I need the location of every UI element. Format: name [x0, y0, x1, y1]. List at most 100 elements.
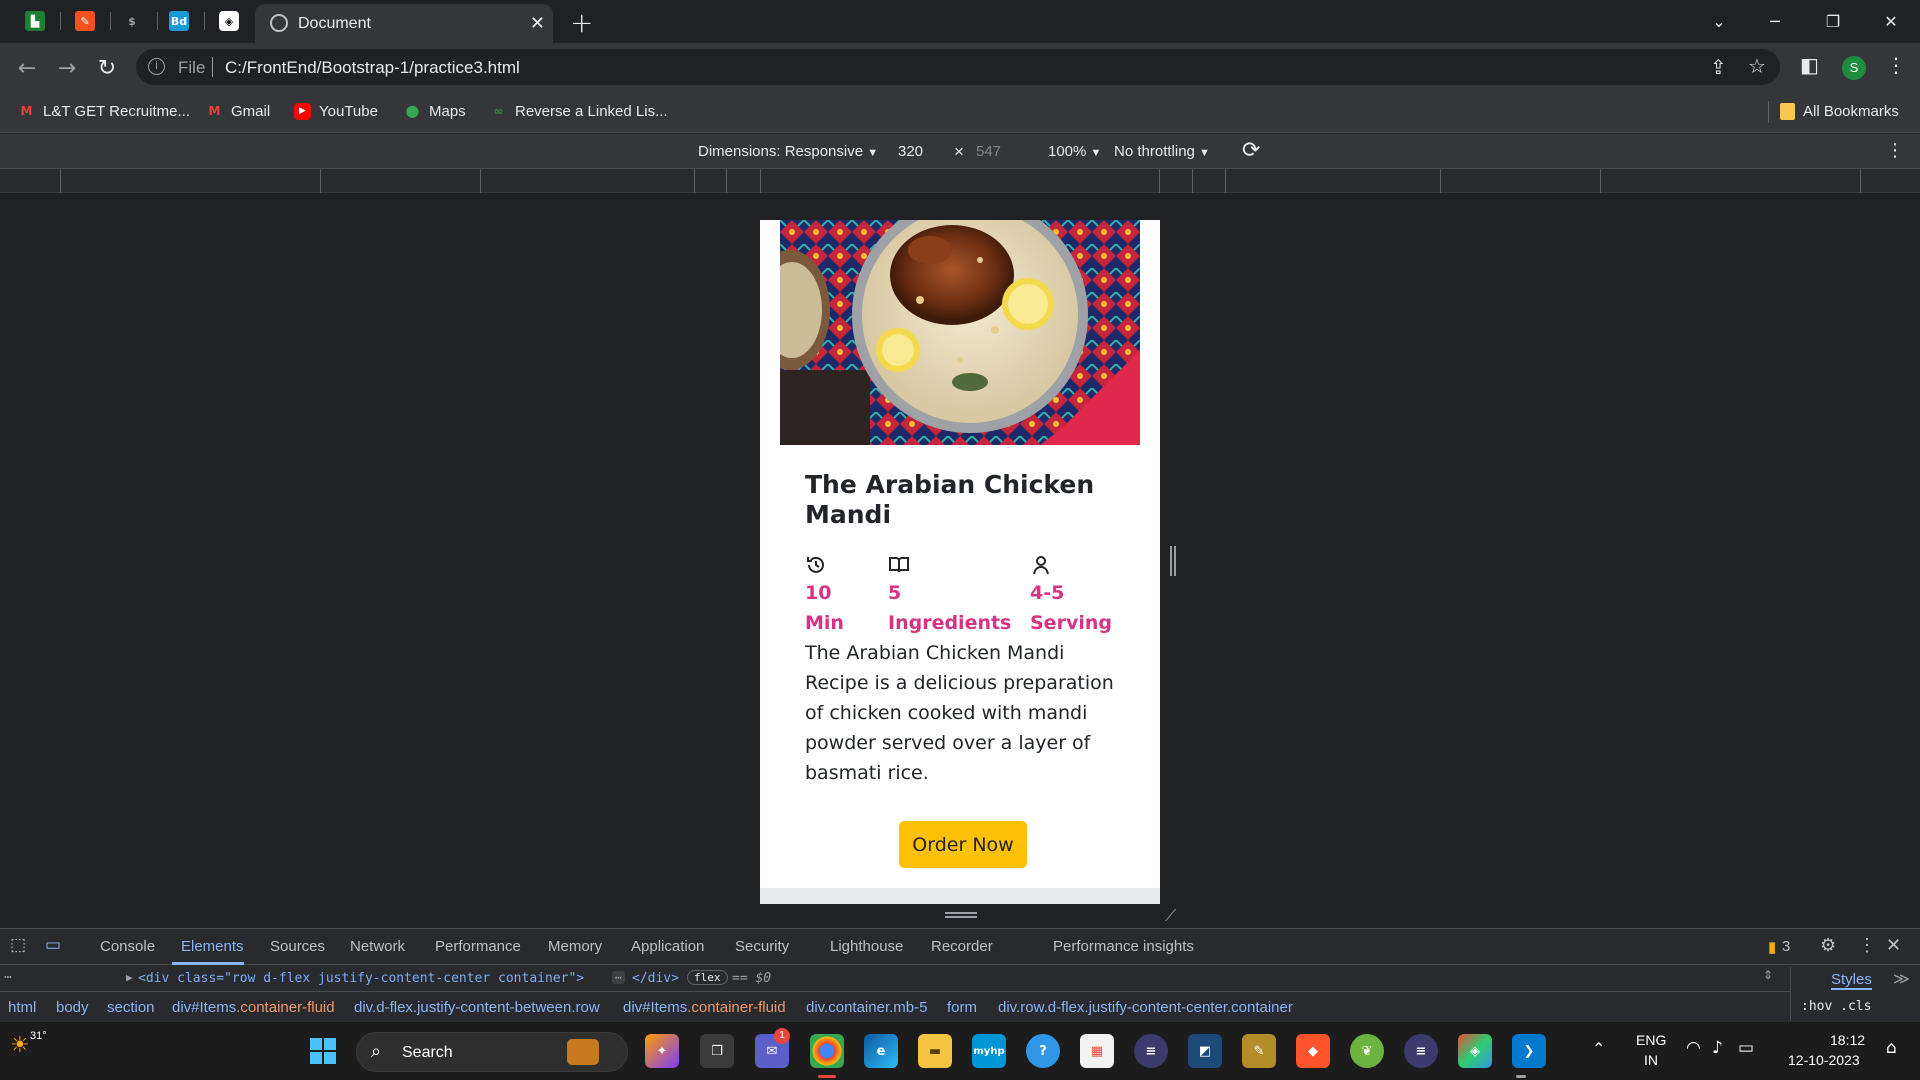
resize-handle-bottom[interactable] — [945, 912, 977, 918]
tab-console[interactable]: Console — [100, 938, 155, 955]
tab-memory[interactable]: Memory — [548, 938, 602, 955]
taskbar-search[interactable]: ⌕ Search — [356, 1032, 628, 1072]
eclipse-ide-icon[interactable]: ≡ — [1404, 1034, 1438, 1068]
media-query-ruler[interactable] — [0, 169, 1920, 193]
settings-gear-icon[interactable]: ⚙ — [1820, 935, 1836, 956]
new-tab-button[interactable]: + — [570, 6, 593, 39]
notification-bell-icon[interactable]: ⌂ — [1886, 1038, 1897, 1058]
resize-handle-right[interactable] — [1170, 546, 1176, 576]
issues-count[interactable]: 3 — [1782, 938, 1790, 955]
close-tab-icon[interactable]: ✕ — [530, 13, 545, 34]
back-button[interactable]: ← — [12, 53, 42, 83]
dom-tree-line[interactable]: ⋯ ▶ <div class="row d-flex justify-conte… — [0, 967, 1790, 991]
edge-icon[interactable]: e — [864, 1034, 898, 1068]
eclipse-icon[interactable]: ≡ — [1134, 1034, 1168, 1068]
tab-security[interactable]: Security — [735, 938, 789, 955]
chrome-icon[interactable] — [810, 1034, 844, 1068]
dimensions-select[interactable]: Dimensions: Responsive ▼ — [698, 143, 878, 160]
pinned-tab-sheets[interactable]: ▙ — [20, 8, 50, 34]
reload-button[interactable]: ↻ — [92, 53, 122, 83]
bookmark-youtube[interactable]: ▶ YouTube — [294, 103, 378, 120]
styles-tab[interactable]: Styles — [1831, 971, 1872, 990]
bookmark-lt-get[interactable]: M L&T GET Recruitme... — [18, 103, 190, 120]
collapsed-children-icon[interactable]: ⋯ — [612, 971, 625, 984]
tab-performance[interactable]: Performance — [435, 938, 521, 955]
bookmark-maps[interactable]: ⬤ Maps — [404, 103, 466, 120]
weather-widget[interactable]: ☀ 31° — [10, 1030, 47, 1058]
bookmark-gmail[interactable]: M Gmail — [206, 103, 271, 120]
tab-network[interactable]: Network — [350, 938, 405, 955]
throttling-select[interactable]: No throttling ▼ — [1114, 143, 1210, 160]
breadcrumb-item[interactable]: html — [8, 999, 36, 1016]
width-input[interactable]: 320 — [898, 143, 923, 160]
myhp-icon[interactable]: myhp — [972, 1034, 1006, 1068]
order-now-button[interactable]: Order Now — [899, 821, 1027, 868]
breadcrumb-item[interactable]: section — [107, 999, 155, 1016]
forward-button[interactable]: → — [52, 53, 82, 83]
breadcrumb-item[interactable]: div#Items.container-fluid — [623, 999, 786, 1016]
language-line2[interactable]: IN — [1644, 1052, 1658, 1068]
spring-tools-icon[interactable]: ❦ — [1350, 1034, 1384, 1068]
task-view-icon[interactable]: ❐ — [700, 1034, 734, 1068]
issues-icon[interactable]: ▮ — [1768, 938, 1776, 956]
brave-icon[interactable]: ◆ — [1296, 1034, 1330, 1068]
device-toggle-icon[interactable]: ▭ — [45, 935, 61, 955]
tab-lighthouse[interactable]: Lighthouse — [830, 938, 903, 955]
restore-button[interactable]: ❐ — [1810, 6, 1856, 36]
resize-corner-icon[interactable]: ⟋ — [1165, 906, 1176, 926]
tab-elements[interactable]: Elements — [181, 938, 244, 955]
pinned-tab-bd[interactable]: Bd — [164, 8, 194, 34]
pinned-tab-dollar[interactable]: $ — [117, 8, 147, 34]
more-tabs-icon[interactable]: ≫ — [1893, 969, 1910, 989]
tab-sources[interactable]: Sources — [270, 938, 325, 955]
devtools-menu-icon[interactable]: ⋮ — [1858, 935, 1876, 956]
flex-badge[interactable]: flex — [687, 970, 728, 985]
breadcrumb-item[interactable]: div#Items.container-fluid — [172, 999, 335, 1016]
bookmark-gfg[interactable]: ∞ Reverse a Linked Lis... — [490, 103, 668, 120]
tab-search-icon[interactable]: ⌄ — [1696, 6, 1742, 36]
tab-application[interactable]: Application — [631, 938, 704, 955]
url-text[interactable]: C:/FrontEnd/Bootstrap-1/practice3.html — [225, 58, 520, 78]
close-devtools-icon[interactable]: ✕ — [1886, 935, 1901, 956]
breadcrumb-item[interactable]: div.container.mb-5 — [806, 999, 927, 1016]
clock-date[interactable]: 12-10-2023 — [1788, 1052, 1860, 1068]
copilot-icon[interactable]: ✦ — [645, 1034, 679, 1068]
pinned-tab-codepen[interactable]: ◈ — [214, 8, 244, 34]
mysql-workbench-icon[interactable]: ◩ — [1188, 1034, 1222, 1068]
share-icon[interactable]: ⇪ — [1710, 55, 1727, 79]
height-input[interactable]: 547 — [976, 143, 1001, 160]
battery-icon[interactable]: ▭ — [1738, 1038, 1754, 1058]
address-bar[interactable]: i File C:/FrontEnd/Bootstrap-1/practice3… — [136, 49, 1780, 85]
vscode-icon[interactable]: ❯ — [1512, 1034, 1546, 1068]
pinned-tab-app[interactable]: ✎ — [70, 8, 100, 34]
info-icon[interactable]: i — [148, 58, 165, 75]
volume-icon[interactable]: ♪ — [1712, 1038, 1723, 1058]
store-icon[interactable]: ▦ — [1080, 1034, 1114, 1068]
expand-triangle-icon[interactable]: ▶ — [126, 971, 133, 984]
ellipsis-icon[interactable]: ⋯ — [4, 970, 12, 985]
notes-app-icon[interactable]: ✎ — [1242, 1034, 1276, 1068]
git-client-icon[interactable]: ◈ — [1458, 1034, 1492, 1068]
all-bookmarks[interactable]: All Bookmarks — [1780, 103, 1899, 120]
zoom-select[interactable]: 100% ▼ — [1048, 143, 1101, 160]
side-panel-icon[interactable]: ◧ — [1800, 53, 1819, 77]
breadcrumb-item[interactable]: div.row.d-flex.justify-content-center.co… — [998, 999, 1293, 1016]
tab-document[interactable]: Document ✕ — [255, 4, 553, 43]
tab-performance-insights[interactable]: Performance insights — [1053, 938, 1194, 955]
inspect-element-icon[interactable]: ⬚ — [10, 935, 26, 955]
breadcrumb-item[interactable]: div.d-flex.justify-content-between.row — [354, 999, 600, 1016]
tray-overflow-icon[interactable]: ⌃ — [1592, 1039, 1605, 1059]
file-explorer-icon[interactable]: ▬ — [918, 1034, 952, 1068]
breadcrumb-item[interactable]: form — [947, 999, 977, 1016]
clock-time[interactable]: 18:12 — [1830, 1032, 1865, 1048]
help-icon[interactable]: ? — [1026, 1034, 1060, 1068]
tab-recorder[interactable]: Recorder — [931, 938, 993, 955]
scroll-arrows-icon[interactable]: ⇕ — [1763, 968, 1773, 982]
minimize-button[interactable]: ─ — [1752, 6, 1798, 36]
windows-start-icon[interactable] — [306, 1034, 340, 1068]
profile-avatar[interactable]: S — [1842, 56, 1866, 80]
rotate-icon[interactable]: ⟳ — [1242, 138, 1260, 163]
menu-icon[interactable]: ⋮ — [1886, 53, 1906, 77]
breadcrumb-item[interactable]: body — [56, 999, 89, 1016]
more-options-icon[interactable]: ⋮ — [1886, 140, 1904, 161]
